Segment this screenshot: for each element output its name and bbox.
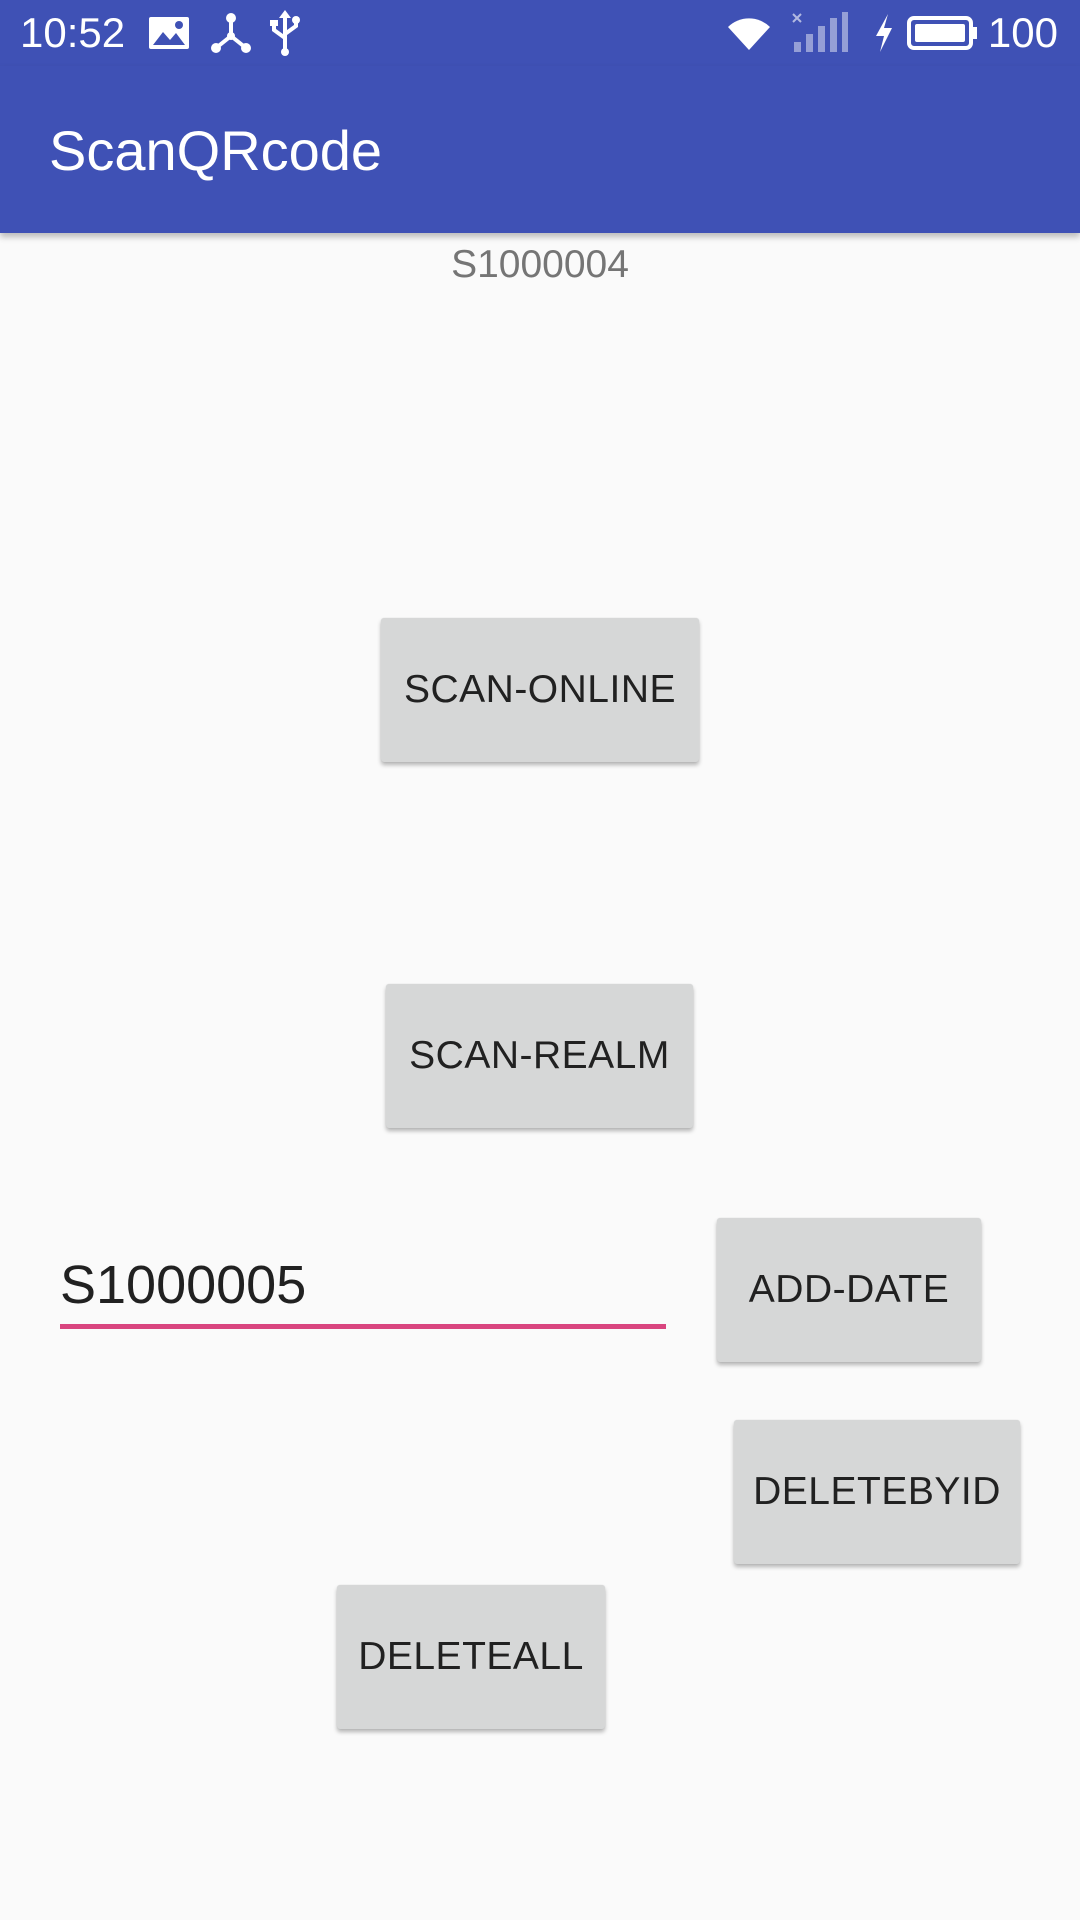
id-input[interactable] [60, 1248, 666, 1322]
usb-icon [270, 10, 300, 56]
share-icon [211, 13, 251, 53]
wifi-icon [728, 18, 770, 50]
delete-by-id-button[interactable]: DELETEBYID [734, 1420, 1020, 1564]
app-bar: ScanQRcode [0, 66, 1080, 233]
status-bar: 10:52 100 [0, 0, 1080, 66]
charging-icon [876, 14, 892, 52]
app-title: ScanQRcode [49, 119, 383, 182]
add-date-button[interactable]: ADD-DATE [717, 1218, 981, 1362]
id-input-container [60, 1248, 666, 1332]
screen: 10:52 100 ScanQRcode S1000004 SCAN-ONLIN… [0, 0, 1080, 1920]
scan-realm-button[interactable]: SCAN-REALM [386, 984, 693, 1128]
battery-icon [907, 16, 977, 50]
scan-online-button[interactable]: SCAN-ONLINE [381, 618, 699, 762]
scan-result-text: S1000004 [451, 243, 629, 286]
id-input-underline [60, 1324, 666, 1329]
image-icon [149, 17, 189, 49]
status-time: 10:52 [20, 9, 126, 56]
battery-level-text: 100 [987, 9, 1058, 56]
delete-all-button[interactable]: DELETEALL [337, 1585, 605, 1729]
cell-signal-off-icon [792, 12, 848, 52]
